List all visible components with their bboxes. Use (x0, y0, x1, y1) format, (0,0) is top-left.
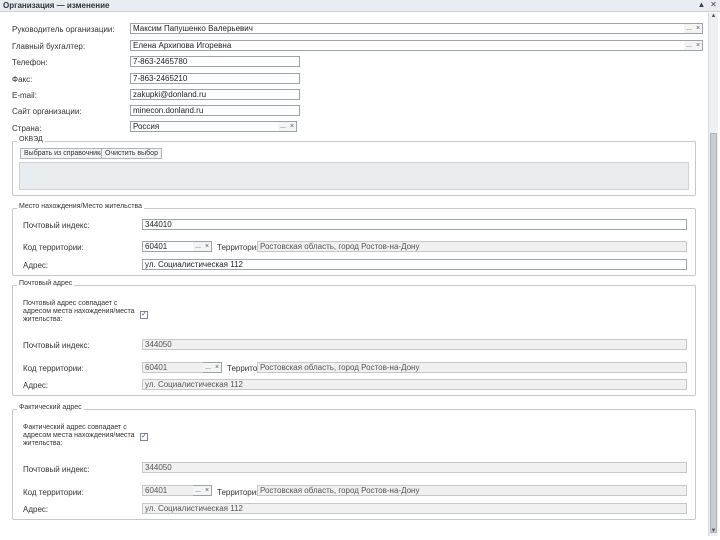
window-title: Организация — изменение (3, 1, 110, 10)
actual-terr-label: Территория: (217, 488, 263, 497)
head-label: Руководитель организации: (12, 25, 115, 34)
okved-clear-button[interactable]: Очистить выбор (101, 148, 162, 159)
place-terr-label: Территория: (217, 243, 263, 252)
postal-same-checkbox[interactable]: ✓ (140, 311, 148, 319)
head-clear-button[interactable]: × (694, 23, 703, 34)
actual-group-title: Фактический адрес (17, 404, 84, 411)
postal-terr-clear-button[interactable]: × (213, 362, 222, 373)
fax-label: Факс: (12, 75, 33, 84)
window-titlebar: Организация — изменение ▲ ✕ (0, 0, 720, 12)
close-icon[interactable]: ✕ (709, 1, 718, 9)
postal-group: Почтовый адрес Почтовый адрес совпадает … (12, 280, 696, 396)
accountant-label: Главный бухгалтер: (12, 42, 86, 51)
place-group: Место нахождения/Место жительства Почтов… (12, 203, 696, 276)
postal-zip-label: Почтовый индекс: (23, 341, 90, 350)
place-zip-field[interactable]: 344010 (142, 219, 687, 230)
phone-label: Телефон: (12, 58, 48, 67)
postal-terr-code-field: 60401 (142, 362, 204, 373)
okved-grid[interactable] (19, 162, 689, 190)
postal-terr-field: Ростовская область, город Ростов-на-Дону (257, 362, 687, 373)
place-terr-code-label: Код территории: (23, 243, 84, 252)
head-field[interactable]: Максим Папушенко Валерьевич (130, 23, 685, 34)
place-terr-code-field[interactable]: 60401 (142, 241, 194, 252)
scroll-down-arrow-icon[interactable]: ▼ (709, 528, 718, 536)
country-label: Страна: (12, 124, 42, 133)
place-terr-clear-button[interactable]: × (203, 241, 212, 252)
scroll-up-icon[interactable]: ▲ (697, 1, 706, 9)
email-field[interactable]: zakupki@donland.ru (130, 89, 300, 100)
place-zip-label: Почтовый индекс: (23, 221, 90, 230)
phone-field[interactable]: 7-863-2465780 (130, 56, 300, 67)
actual-addr-label: Адрес: (23, 505, 49, 514)
place-addr-field[interactable]: ул. Социалистическая 112 (142, 259, 687, 270)
scrollbar-thumb[interactable] (710, 133, 717, 533)
accountant-field[interactable]: Елена Архипова Игоревна (130, 40, 685, 51)
postal-addr-label: Адрес: (23, 381, 49, 390)
place-group-title: Место нахождения/Место жительства (17, 203, 145, 210)
actual-same-label: Фактический адрес совпадает с адресом ме… (23, 424, 135, 447)
place-terr-field: Ростовская область, город Ростов-на-Дону (257, 241, 687, 252)
email-label: E-mail: (12, 91, 37, 100)
place-addr-label: Адрес: (23, 261, 49, 270)
postal-same-label: Почтовый адрес совпадает с адресом места… (23, 300, 135, 323)
postal-addr-field: ул. Социалистическая 112 (142, 379, 687, 390)
actual-zip-label: Почтовый индекс: (23, 465, 90, 474)
actual-addr-field: ул. Социалистическая 112 (142, 503, 687, 514)
accountant-clear-button[interactable]: × (694, 40, 703, 51)
scroll-up-arrow-icon[interactable]: ▲ (709, 13, 718, 21)
postal-zip-field: 344050 (142, 339, 687, 350)
site-field[interactable]: minecon.donland.ru (130, 105, 300, 116)
postal-terr-code-label: Код территории: (23, 364, 84, 373)
postal-group-title: Почтовый адрес (17, 280, 75, 287)
vertical-scrollbar[interactable]: ▲ ▼ (708, 13, 718, 536)
country-clear-button[interactable]: × (288, 121, 297, 132)
fax-field[interactable]: 7-863-2465210 (130, 73, 300, 84)
actual-zip-field: 344050 (142, 462, 687, 473)
okved-group-title: ОКВЭД (17, 136, 45, 143)
okved-select-button[interactable]: Выбрать из справочника (20, 148, 109, 159)
site-label: Сайт организации: (12, 107, 82, 116)
actual-terr-clear-button[interactable]: × (203, 485, 212, 496)
actual-terr-code-label: Код территории: (23, 488, 84, 497)
okved-group: ОКВЭД Выбрать из справочника Очистить вы… (12, 136, 696, 196)
country-field[interactable]: Россия (130, 121, 279, 132)
actual-terr-field: Ростовская область, город Ростов-на-Дону (257, 485, 687, 496)
actual-group: Фактический адрес Фактический адрес совп… (12, 404, 696, 520)
actual-terr-code-field: 60401 (142, 485, 194, 496)
actual-same-checkbox[interactable]: ✓ (140, 433, 148, 441)
